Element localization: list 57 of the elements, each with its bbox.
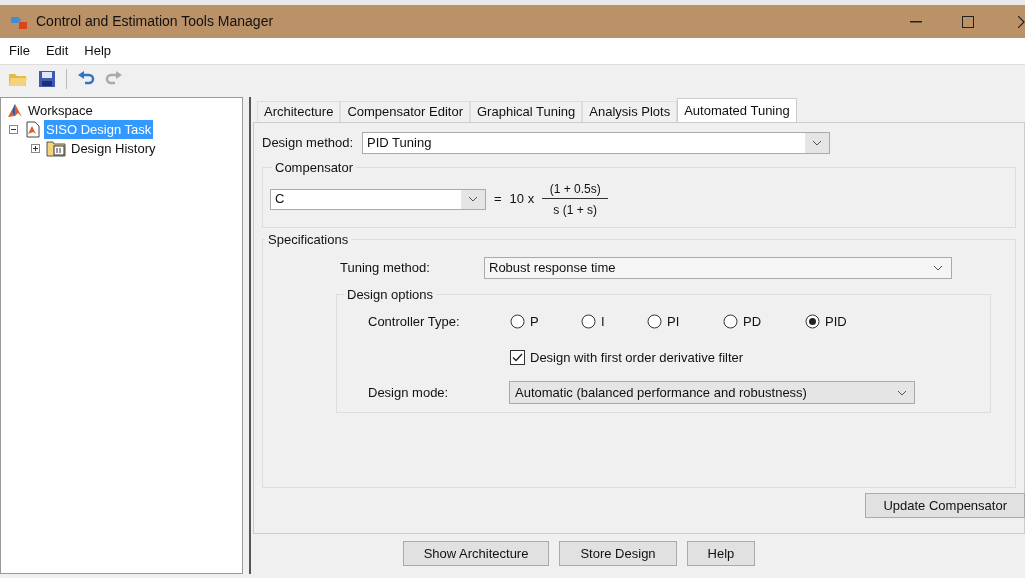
gain-text: 10 x: [509, 190, 535, 209]
tree-item[interactable]: Workspace: [26, 100, 95, 121]
field-label: Tuning method:: [340, 258, 431, 277]
chevron-icon: [897, 389, 907, 396]
radio-label: P: [530, 313, 539, 331]
numerator-text: (1 + 0.5s): [548, 180, 602, 198]
group-title: Compensator: [274, 159, 355, 177]
dropdown[interactable]: Automatic (balanced performance and robustness): [509, 381, 915, 404]
update-compensator-button[interactable]: Update Compensator: [865, 493, 1025, 518]
document-icon: [24, 121, 41, 138]
peak-icon: [7, 103, 23, 118]
field-label: Design mode:: [368, 383, 450, 402]
dropdown[interactable]: Robust response time: [484, 256, 952, 279]
denominator-text: s (1 + s): [553, 201, 597, 219]
menu-item[interactable]: Edit: [39, 41, 75, 61]
checkbox-label: Design with first order derivative filter: [530, 348, 744, 367]
tab[interactable]: Graphical Tuning: [470, 101, 583, 122]
radio-button[interactable]: [647, 314, 662, 330]
folder-icon: [46, 140, 66, 157]
radio-label: PID: [825, 313, 847, 331]
tab[interactable]: Analysis Plots: [582, 101, 678, 122]
radio-label: PI: [667, 313, 680, 331]
radio-button[interactable]: [723, 314, 738, 330]
group-title: Specifications: [267, 231, 350, 249]
equals-sign: =: [494, 190, 502, 209]
chevron-icon: [933, 264, 943, 271]
undo-icon[interactable]: [77, 70, 95, 87]
check-icon: [512, 352, 523, 362]
tab[interactable]: Compensator Editor: [340, 101, 470, 122]
radio-label: I: [601, 313, 605, 331]
dialog-button[interactable]: Store Design: [559, 541, 677, 566]
menu-item[interactable]: File: [3, 41, 36, 61]
expand-icon[interactable]: [31, 144, 40, 153]
radio-button[interactable]: [510, 314, 525, 330]
group-title: Design options: [346, 285, 434, 304]
tree-item[interactable]: Design History: [69, 138, 158, 159]
dropdown[interactable]: PID Tuning: [362, 132, 831, 154]
save-icon[interactable]: [38, 69, 56, 88]
chevron-icon: [812, 140, 823, 146]
window-title: Control and Estimation Tools Manager: [36, 12, 274, 31]
tab[interactable]: Architecture: [257, 101, 341, 122]
radio-button[interactable]: [581, 314, 596, 330]
field-label: Controller Type:: [368, 313, 461, 331]
dropdown[interactable]: C: [270, 188, 486, 210]
dialog-button[interactable]: Show Architecture: [402, 541, 550, 566]
menu-item[interactable]: Help: [78, 41, 118, 61]
field-label: Design method:: [262, 134, 354, 153]
checkbox[interactable]: [510, 349, 525, 365]
minimize-icon[interactable]: [910, 20, 922, 23]
tab[interactable]: Automated Tuning: [677, 98, 797, 122]
chevron-icon: [468, 196, 478, 202]
radio-label: PD: [743, 313, 762, 331]
dialog-button[interactable]: Help: [686, 541, 756, 566]
collapse-icon[interactable]: [9, 125, 18, 134]
radio-button[interactable]: [805, 314, 820, 330]
maximize-icon[interactable]: [962, 15, 974, 28]
close-icon[interactable]: [1018, 15, 1025, 28]
